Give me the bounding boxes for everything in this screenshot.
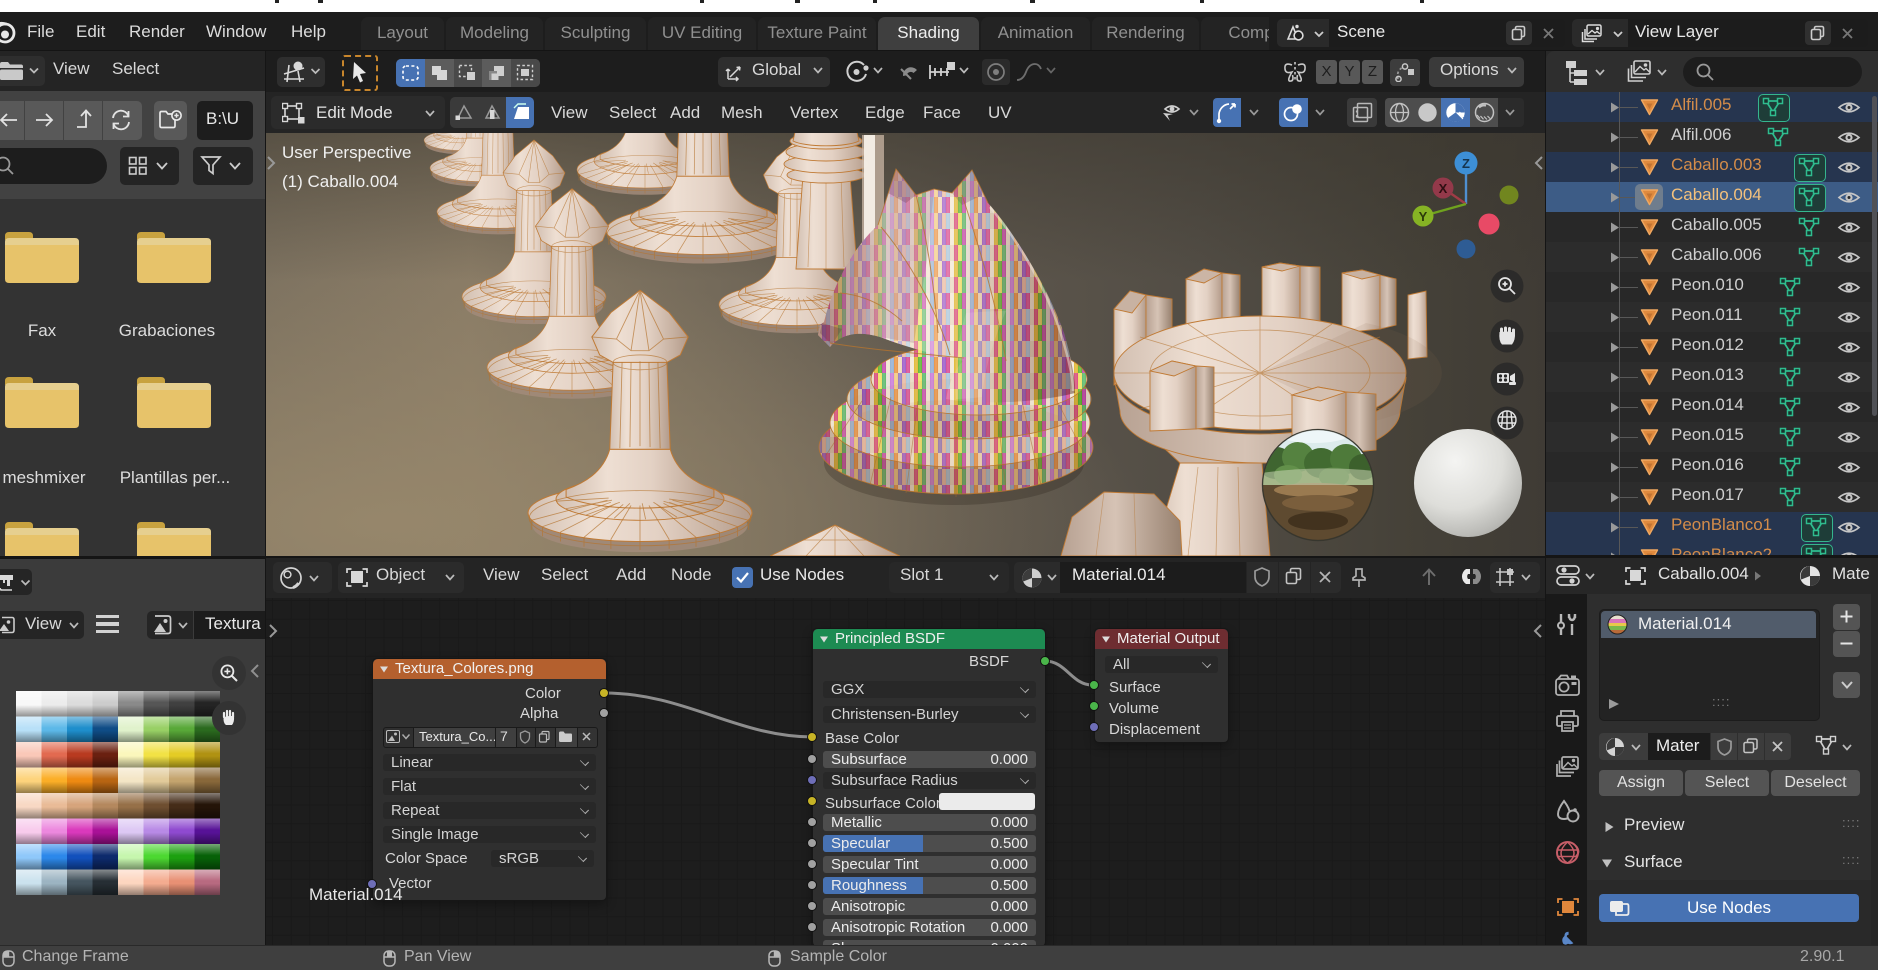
svg-text:X: X xyxy=(1439,181,1448,196)
svg-text:Z: Z xyxy=(1462,156,1470,171)
svg-text:meshmixer: meshmixer xyxy=(2,468,85,487)
svg-text:(1) Caballo.004: (1) Caballo.004 xyxy=(282,172,398,191)
svg-text:Y: Y xyxy=(1419,209,1428,224)
svg-text:Plantillas per...: Plantillas per... xyxy=(120,468,231,487)
svg-text:User Perspective: User Perspective xyxy=(282,143,411,162)
svg-text:Fax: Fax xyxy=(28,321,57,340)
svg-text:Grabaciones: Grabaciones xyxy=(119,321,215,340)
